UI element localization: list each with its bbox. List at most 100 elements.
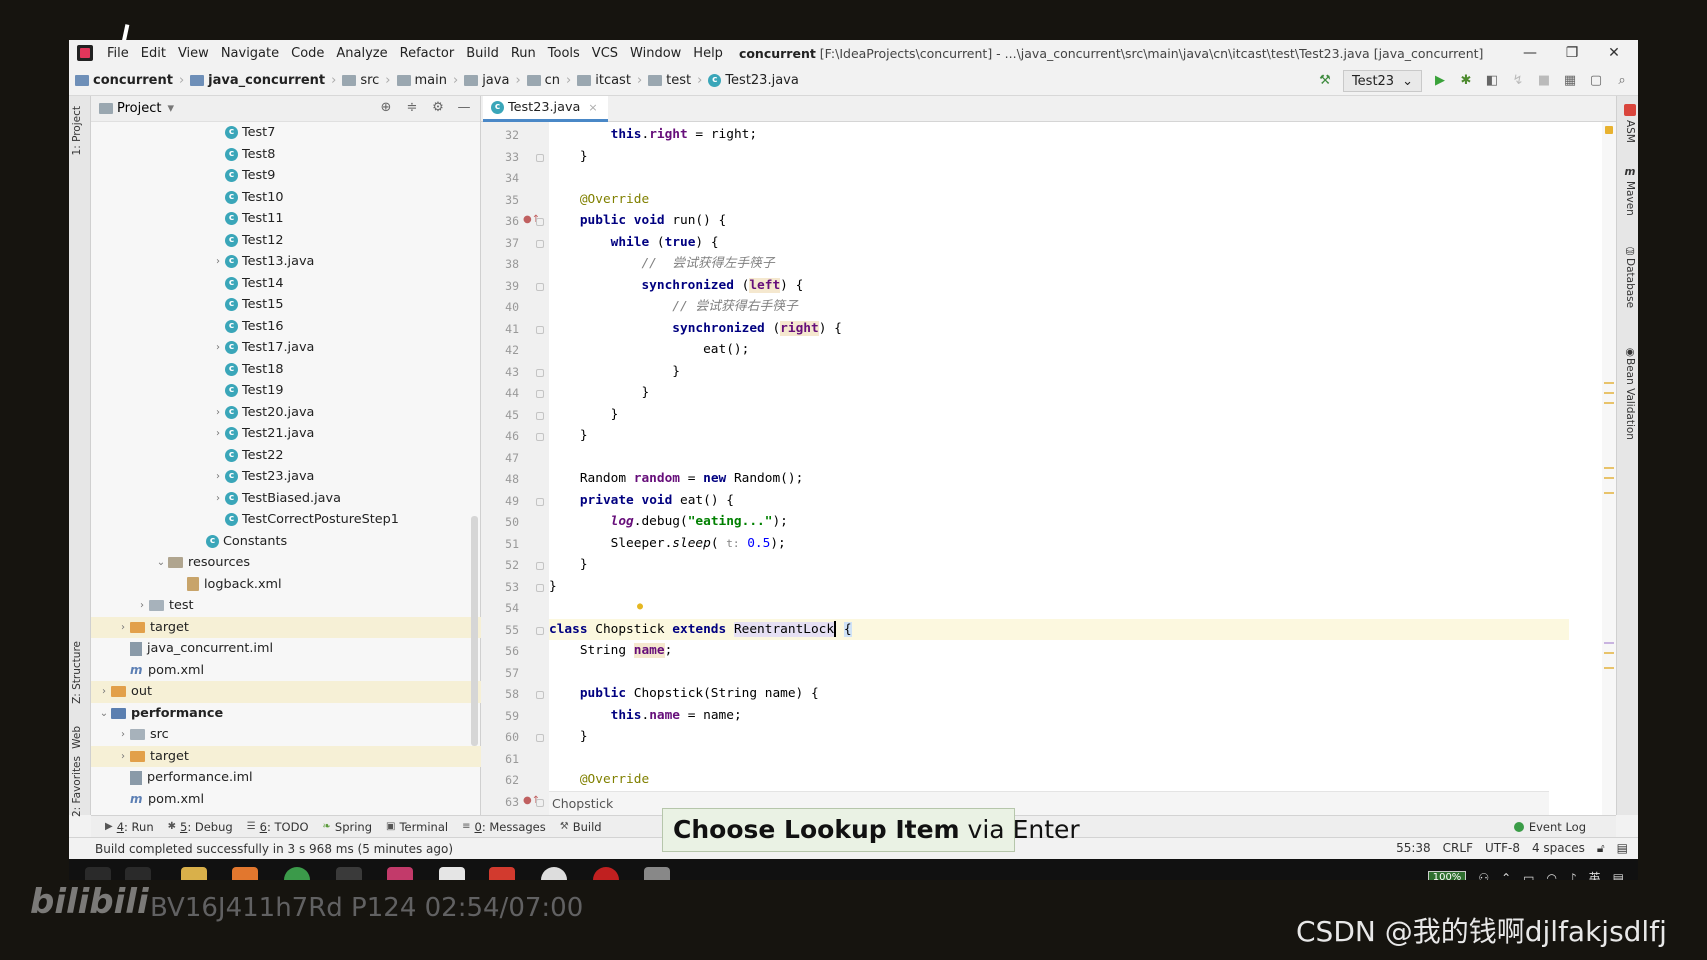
override-icon[interactable]: ●↑ [523, 214, 540, 225]
task-view-icon[interactable] [125, 867, 151, 880]
build-hammer-icon[interactable]: ⚒ [1317, 73, 1333, 89]
restore-button[interactable]: ❐ [1552, 40, 1592, 66]
tree-item[interactable]: c Test8 [91, 144, 481, 166]
fold-marker[interactable] [536, 390, 544, 398]
fold-marker[interactable] [536, 239, 544, 248]
chevron-right-icon[interactable]: › [135, 600, 149, 611]
menu-run[interactable]: Run [505, 46, 542, 61]
collapse-all-icon[interactable]: ≑ [404, 100, 420, 116]
menu-refactor[interactable]: Refactor [394, 46, 461, 61]
code-line[interactable]: } [549, 146, 1569, 168]
breadcrumb-src[interactable]: src › [336, 73, 391, 88]
recorder-icon[interactable] [593, 867, 619, 880]
chevron-right-icon[interactable]: › [211, 407, 225, 418]
code-line[interactable]: } [549, 404, 1569, 426]
xmind-icon[interactable] [489, 867, 515, 880]
chevron-down-icon[interactable]: ⌄ [97, 708, 111, 719]
run-icon[interactable]: ▶ [1432, 73, 1448, 89]
line-separator[interactable]: CRLF [1443, 841, 1473, 856]
code-line[interactable] [549, 748, 1569, 770]
tree-item[interactable]: c Test22 [91, 445, 481, 467]
stripe-marker[interactable] [1604, 667, 1614, 669]
favorites-tool-tab[interactable]: 2: Favorites [71, 756, 89, 817]
intellij-taskbar-icon[interactable] [387, 867, 413, 880]
tree-item[interactable]: m pom.xml [91, 660, 481, 682]
code-line[interactable]: } [549, 361, 1569, 383]
project-tool-tab[interactable]: 1: Project [71, 106, 89, 155]
tree-item[interactable]: c Test15 [91, 294, 481, 316]
tree-item[interactable]: ⌄ resources [91, 552, 481, 574]
stripe-marker[interactable] [1604, 492, 1614, 494]
code-line[interactable] [549, 662, 1569, 684]
chevron-right-icon[interactable]: › [116, 622, 130, 633]
tree-item[interactable]: › out [91, 681, 481, 703]
tree-item[interactable]: › test [91, 595, 481, 617]
volume-icon[interactable]: ♪ [1569, 871, 1577, 881]
tree-item[interactable]: c Test18 [91, 359, 481, 381]
stripe-marker[interactable] [1604, 402, 1614, 404]
tree-item[interactable]: ⌄ performance [91, 703, 481, 725]
lock-icon[interactable]: 🔓︎ [1597, 841, 1605, 856]
breadcrumb-itcast[interactable]: itcast › [571, 73, 642, 88]
code-line[interactable]: eat(); [549, 339, 1569, 361]
menu-help[interactable]: Help [687, 46, 729, 61]
menu-tools[interactable]: Tools [542, 46, 586, 61]
wifi-icon[interactable]: ◠ [1546, 871, 1556, 881]
menu-navigate[interactable]: Navigate [215, 46, 285, 61]
code-line[interactable]: synchronized (right) { [549, 318, 1569, 340]
chevron-right-icon[interactable]: › [211, 428, 225, 439]
chevron-right-icon[interactable]: › [211, 256, 225, 267]
search-icon[interactable]: ⌕ [1614, 73, 1630, 89]
file-encoding[interactable]: UTF-8 [1485, 841, 1520, 856]
code-line[interactable]: } [549, 425, 1569, 447]
fold-marker[interactable] [536, 433, 544, 441]
event-log-button[interactable]: Event Log [1513, 816, 1586, 838]
code-line[interactable]: public void run() { [549, 210, 1569, 232]
code-line[interactable]: } [549, 554, 1569, 576]
menu-edit[interactable]: Edit [135, 46, 172, 61]
tree-item[interactable]: c Test11 [91, 208, 481, 230]
code-line[interactable] [549, 447, 1569, 469]
run-configuration-select[interactable]: Test23 ⌄ [1342, 70, 1422, 92]
fold-marker[interactable] [536, 368, 544, 377]
fold-marker[interactable] [536, 282, 544, 291]
maven-tool-tab[interactable]: mMaven [1620, 166, 1636, 216]
breadcrumb-test23[interactable]: c Test23.java [702, 73, 799, 88]
tree-item[interactable]: › src [91, 724, 481, 746]
people-icon[interactable]: ⚇ [1478, 871, 1489, 881]
stripe-marker[interactable] [1604, 477, 1614, 479]
menu-file[interactable]: File [101, 46, 135, 61]
fold-marker[interactable] [536, 583, 544, 592]
asm-tool-tab[interactable]: ASM [1620, 104, 1636, 143]
tree-item[interactable]: m pom.xml [91, 789, 481, 811]
tree-item[interactable]: c Test12 [91, 230, 481, 252]
tree-item[interactable]: › c Test23.java [91, 466, 481, 488]
stop-icon[interactable]: ■ [1536, 73, 1552, 89]
fold-marker[interactable] [536, 497, 544, 506]
code-line[interactable]: } [549, 576, 1569, 598]
chevron-right-icon[interactable]: › [211, 342, 225, 353]
breadcrumb-concurrent[interactable]: concurrent › [69, 73, 184, 88]
network-icon[interactable]: ▭ [1523, 871, 1534, 881]
menu-code[interactable]: Code [285, 46, 330, 61]
fold-marker[interactable] [536, 626, 544, 635]
start-button-icon[interactable] [85, 867, 111, 880]
fold-marker[interactable] [536, 218, 544, 226]
code-line[interactable]: while (true) { [549, 232, 1569, 254]
tree-item[interactable]: › c Test13.java [91, 251, 481, 273]
tab-messages[interactable]: ≡ 0: Messages [462, 820, 546, 834]
minimize-button[interactable]: — [1510, 40, 1550, 66]
typora-icon[interactable] [439, 867, 465, 880]
menu-vcs[interactable]: VCS [586, 46, 624, 61]
tree-item[interactable]: › c Test17.java [91, 337, 481, 359]
override-icon[interactable]: ●↑ [523, 795, 540, 806]
chevron-right-icon[interactable]: › [211, 471, 225, 482]
coverage-icon[interactable]: ◧ [1484, 73, 1500, 89]
tree-item[interactable]: c Test14 [91, 273, 481, 295]
tab-debug[interactable]: ✱ 5: Debug [168, 820, 233, 834]
project-panel-title[interactable]: Project [117, 101, 161, 116]
stripe-marker[interactable] [1604, 392, 1614, 394]
fold-marker[interactable] [536, 734, 544, 742]
tree-item[interactable]: › c Test21.java [91, 423, 481, 445]
stripe-marker[interactable] [1604, 642, 1614, 644]
